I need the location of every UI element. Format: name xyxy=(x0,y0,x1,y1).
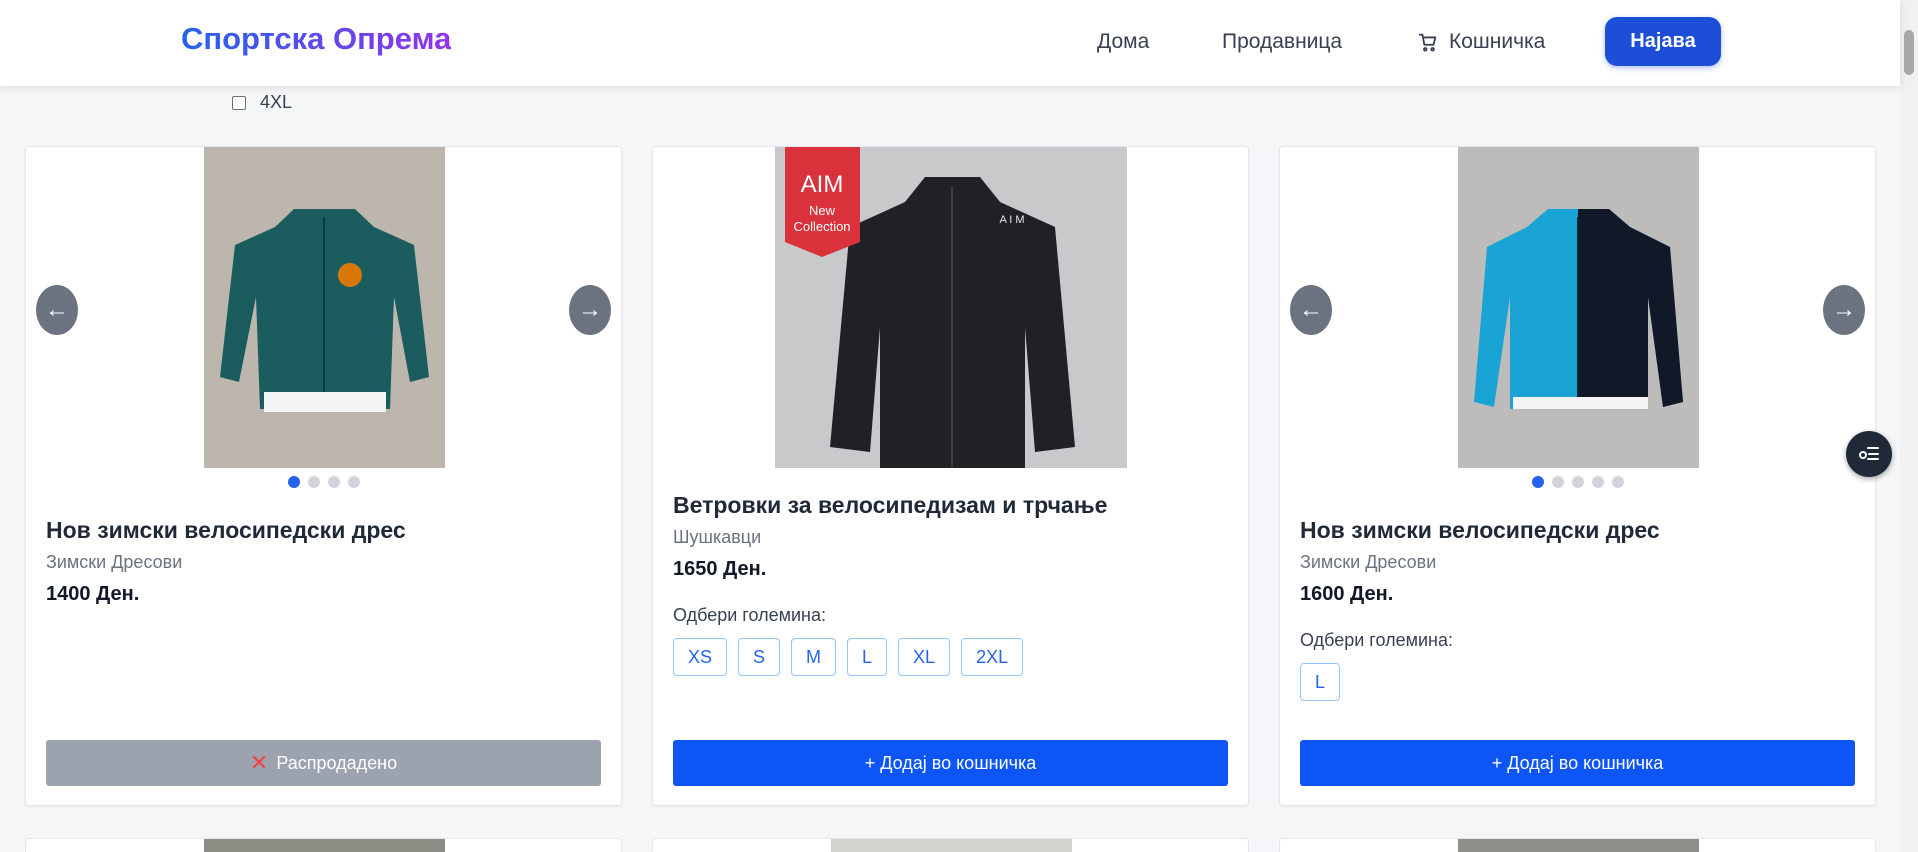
product-image[interactable] xyxy=(1458,839,1699,852)
product-card xyxy=(25,838,622,852)
carousel-dots xyxy=(1280,476,1875,488)
add-to-cart-button[interactable]: + Додај во кошничка xyxy=(673,740,1228,786)
product-image-carousel: ← → xyxy=(1280,147,1875,488)
sold-out-label: Распродадено xyxy=(276,752,398,773)
size-filter-label: 4XL xyxy=(260,92,293,112)
nav-home[interactable]: Дома xyxy=(1097,30,1149,54)
size-filter-option[interactable]: 4XL xyxy=(232,92,292,113)
carousel-dot[interactable] xyxy=(1551,476,1564,488)
sold-out-button: ✕ Распродадено xyxy=(46,740,601,786)
product-price: 1400 Ден. xyxy=(46,583,140,605)
page-scrollbar[interactable] xyxy=(1900,0,1918,852)
nav-cart-label: Кошничка xyxy=(1449,30,1546,53)
product-image[interactable] xyxy=(831,839,1072,852)
product-category: Зимски Дресови xyxy=(1300,552,1437,572)
product-info: Нов зимски велосипедски дрес Зимски Дрес… xyxy=(46,517,601,606)
size-option-xs[interactable]: XS xyxy=(673,638,728,676)
size-option-l[interactable]: L xyxy=(847,638,888,676)
product-price: 1600 Ден. xyxy=(1300,583,1394,605)
nav-shop[interactable]: Продавница xyxy=(1222,30,1342,54)
photo-badge-new: New xyxy=(809,203,836,218)
product-title[interactable]: Нов зимски велосипедски дрес xyxy=(46,517,601,544)
carousel-dot[interactable] xyxy=(307,476,320,488)
list-filter-icon xyxy=(1857,440,1881,469)
size-option-m[interactable]: M xyxy=(791,638,837,676)
product-info: Нов зимски велосипедски дрес Зимски Дрес… xyxy=(1300,517,1855,701)
product-card xyxy=(652,838,1249,852)
photo-badge-collection: Collection xyxy=(793,219,850,234)
product-image[interactable] xyxy=(204,147,445,468)
close-icon: ✕ xyxy=(249,750,269,775)
size-option-s[interactable]: S xyxy=(738,638,781,676)
product-title[interactable]: Нов зимски велосипедски дрес xyxy=(1300,517,1855,544)
product-category: Шушкавци xyxy=(673,527,762,547)
size-option-xl[interactable]: XL xyxy=(898,638,951,676)
size-option-l[interactable]: L xyxy=(1300,663,1341,701)
product-title[interactable]: Ветровки за велосипедизам и трчање xyxy=(673,492,1228,519)
nav-cart[interactable]: Кошничка xyxy=(1417,30,1545,54)
carousel-prev-button[interactable]: ← xyxy=(1290,285,1332,335)
carousel-dot[interactable] xyxy=(327,476,340,488)
carousel-dots xyxy=(26,476,621,488)
product-info: Ветровки за велосипедизам и трчање Шушка… xyxy=(673,492,1228,676)
product-image[interactable] xyxy=(204,839,445,852)
carousel-next-button[interactable]: → xyxy=(1823,285,1865,335)
size-options: XS S M L XL 2XL xyxy=(673,638,1228,676)
carousel-dot[interactable] xyxy=(287,476,300,488)
size-filter-checkbox[interactable] xyxy=(232,95,246,110)
add-to-cart-button[interactable]: + Додај во кошничка xyxy=(1300,740,1855,786)
scrollbar-thumb[interactable] xyxy=(1904,30,1914,75)
carousel-dot[interactable] xyxy=(1531,476,1544,488)
photo-jacket-logo: A I M xyxy=(999,214,1024,226)
cart-icon xyxy=(1417,31,1439,53)
product-image[interactable]: AIM New Collection A I M xyxy=(775,147,1127,468)
product-card: ← → Нов зимски велосипедски дрес Зимски … xyxy=(1279,146,1876,806)
carousel-dot[interactable] xyxy=(1571,476,1584,488)
carousel-dot[interactable] xyxy=(1591,476,1604,488)
product-image-carousel: ← → xyxy=(26,147,621,488)
site-header: Спортска Опрема Дома Продавница Кошничка… xyxy=(0,0,1900,86)
login-button[interactable]: Најава xyxy=(1605,17,1721,66)
filter-toggle-button[interactable] xyxy=(1846,431,1892,477)
product-card: ← → Нов зимски велосипедски дрес Зимски … xyxy=(25,146,622,806)
size-option-2xl[interactable]: 2XL xyxy=(961,638,1024,676)
carousel-dot[interactable] xyxy=(347,476,360,488)
carousel-prev-button[interactable]: ← xyxy=(36,285,78,335)
product-card: AIM New Collection A I M Ветровки за вел… xyxy=(652,146,1249,806)
carousel-dot[interactable] xyxy=(1611,476,1624,488)
size-options: L xyxy=(1300,663,1855,701)
size-select-label: Одбери големина: xyxy=(673,605,826,625)
product-image-carousel: AIM New Collection A I M xyxy=(653,147,1248,468)
photo-badge-brand: AIM xyxy=(801,171,844,198)
product-image[interactable] xyxy=(1458,147,1699,468)
size-select-label: Одбери големина: xyxy=(1300,630,1453,650)
carousel-next-button[interactable]: → xyxy=(569,285,611,335)
product-category: Зимски Дресови xyxy=(46,552,183,572)
brand-logo[interactable]: Спортска Опрема xyxy=(181,21,451,57)
product-card xyxy=(1279,838,1876,852)
product-price: 1650 Ден. xyxy=(673,558,767,580)
